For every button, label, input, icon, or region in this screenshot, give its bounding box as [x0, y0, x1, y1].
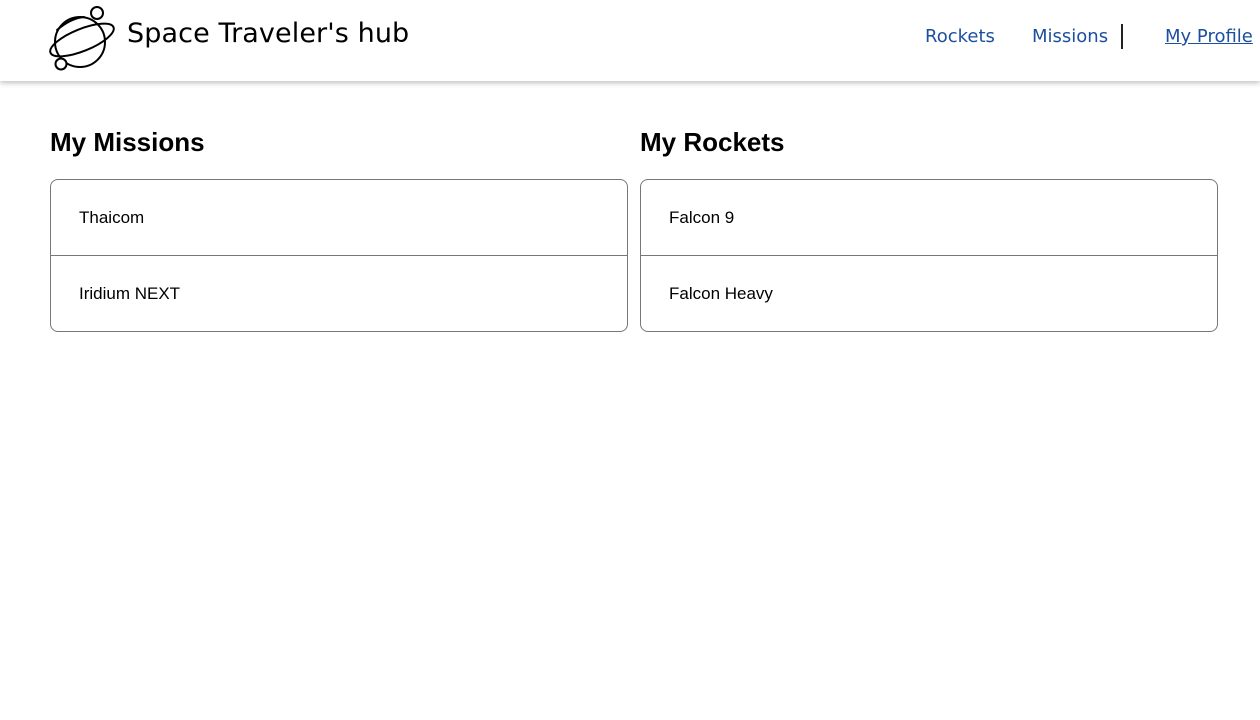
- nav-link-my-profile[interactable]: My Profile: [1165, 24, 1253, 50]
- mission-list-item: Iridium NEXT: [51, 255, 627, 331]
- my-missions-title: My Missions: [50, 127, 205, 157]
- rocket-list-item: Falcon Heavy: [641, 255, 1217, 331]
- my-rockets-title: My Rockets: [640, 127, 785, 157]
- my-rockets-section: My Rockets Falcon 9 Falcon Heavy: [640, 125, 1218, 332]
- mission-list-item: Thaicom: [79, 208, 145, 227]
- main-nav: Rockets Missions My Profile: [0, 24, 1260, 50]
- nav-link-rockets[interactable]: Rockets: [925, 24, 995, 50]
- nav-divider: [1121, 24, 1123, 49]
- nav-link-missions[interactable]: Missions: [1032, 24, 1108, 50]
- my-missions-section: My Missions Thaicom Iridium NEXT: [50, 125, 628, 332]
- rockets-list: Falcon 9 Falcon Heavy: [640, 179, 1218, 332]
- rocket-list-item: Falcon 9: [669, 208, 735, 227]
- missions-list: Thaicom Iridium NEXT: [50, 179, 628, 332]
- app-header: Space Traveler's hub Rockets Missions My…: [0, 0, 1260, 81]
